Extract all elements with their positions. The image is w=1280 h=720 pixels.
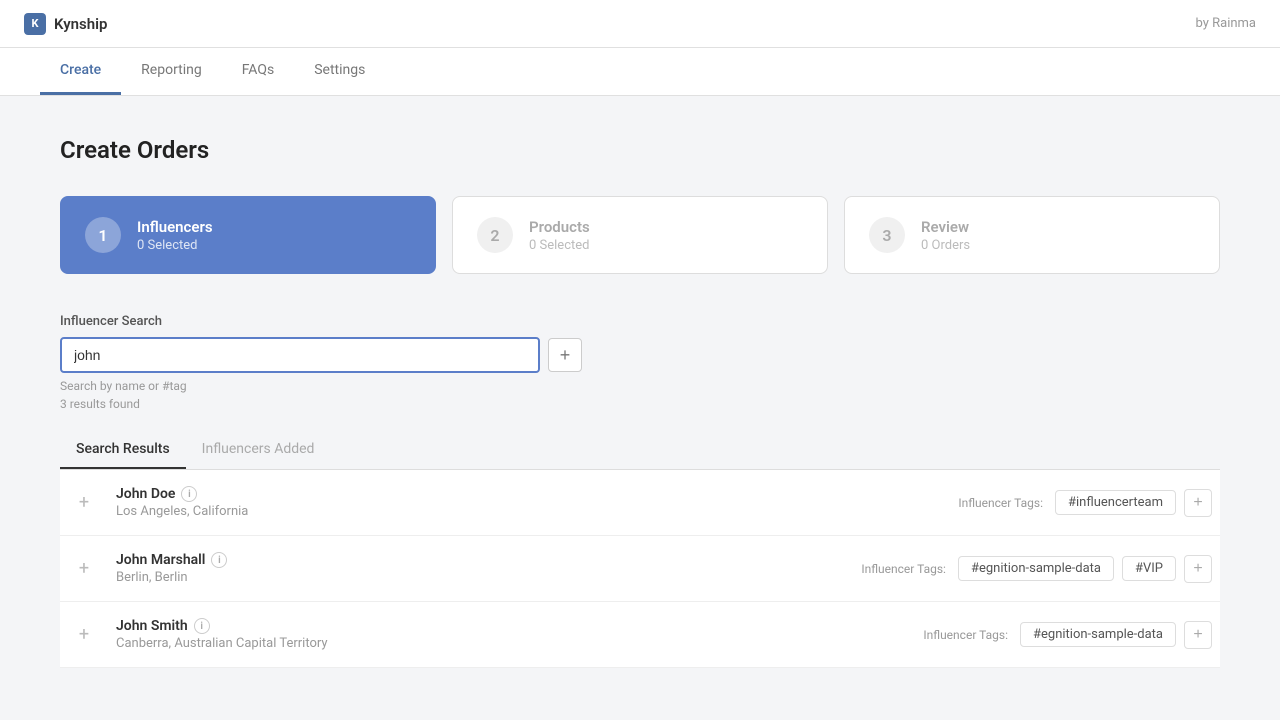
search-results-count: 3 results found [60,397,1220,411]
result-1-info: John Doe i Los Angeles, California [116,486,958,519]
result-3-info: John Smith i Canberra, Australian Capita… [116,618,923,651]
step-1-info: Influencers 0 Selected [137,218,213,253]
search-row: + [60,337,1220,373]
logo-icon: K [24,13,46,35]
tags-label-2: Influencer Tags: [861,562,946,576]
header-byline: by Rainma [1196,16,1257,31]
add-influencer-3-button[interactable]: + [68,619,100,651]
add-tag-3-button[interactable]: + [1184,621,1212,649]
tag-3-0: #egnition-sample-data [1020,622,1176,647]
search-section: Influencer Search + Search by name or #t… [60,314,1220,411]
add-influencer-2-button[interactable]: + [68,553,100,585]
tags-label-1: Influencer Tags: [958,496,1043,510]
info-icon-2[interactable]: i [211,552,227,568]
result-3-tags: Influencer Tags: #egnition-sample-data + [923,621,1212,649]
tag-2-0: #egnition-sample-data [958,556,1114,581]
nav-reporting[interactable]: Reporting [121,48,222,95]
result-3-name: John Smith i [116,618,923,634]
info-icon-3[interactable]: i [194,618,210,634]
search-input[interactable] [60,337,540,373]
tags-label-3: Influencer Tags: [923,628,1008,642]
result-3-location: Canberra, Australian Capital Territory [116,636,923,651]
result-2-location: Berlin, Berlin [116,570,861,585]
results-tabs: Search Results Influencers Added [60,431,1220,470]
step-1-title: Influencers [137,218,213,236]
search-label: Influencer Search [60,314,1220,329]
info-icon-1[interactable]: i [181,486,197,502]
page-title: Create Orders [60,136,1220,164]
result-2-info: John Marshall i Berlin, Berlin [116,552,861,585]
result-1-location: Los Angeles, California [116,504,958,519]
search-add-button[interactable]: + [548,338,582,372]
step-review[interactable]: 3 Review 0 Orders [844,196,1220,274]
logo: K Kynship [24,13,107,35]
step-1-number: 1 [85,217,121,253]
add-tag-1-button[interactable]: + [1184,489,1212,517]
result-1-tags: Influencer Tags: #influencerteam + [958,489,1212,517]
header: K Kynship by Rainma [0,0,1280,48]
result-2-tags: Influencer Tags: #egnition-sample-data #… [861,555,1212,583]
tag-1-0: #influencerteam [1055,490,1176,515]
tab-influencers-added[interactable]: Influencers Added [186,431,331,469]
step-influencers[interactable]: 1 Influencers 0 Selected [60,196,436,274]
tab-search-results[interactable]: Search Results [60,431,186,469]
step-3-subtitle: 0 Orders [921,238,970,253]
nav-create[interactable]: Create [40,48,121,95]
step-3-number: 3 [869,217,905,253]
add-influencer-1-button[interactable]: + [68,487,100,519]
nav-settings[interactable]: Settings [294,48,385,95]
nav-faqs[interactable]: FAQs [222,48,295,95]
result-2-name: John Marshall i [116,552,861,568]
step-2-number: 2 [477,217,513,253]
search-hint: Search by name or #tag [60,379,1220,393]
result-item: + John Smith i Canberra, Australian Capi… [60,602,1220,668]
result-1-name: John Doe i [116,486,958,502]
main-content: Create Orders 1 Influencers 0 Selected 2… [0,96,1280,708]
result-item: + John Doe i Los Angeles, California Inf… [60,470,1220,536]
step-2-info: Products 0 Selected [529,218,590,253]
step-products[interactable]: 2 Products 0 Selected [452,196,828,274]
app-name: Kynship [54,15,107,33]
tag-2-1: #VIP [1122,556,1176,581]
results-list: + John Doe i Los Angeles, California Inf… [60,470,1220,668]
steps-container: 1 Influencers 0 Selected 2 Products 0 Se… [60,196,1220,274]
result-item: + John Marshall i Berlin, Berlin Influen… [60,536,1220,602]
step-3-title: Review [921,218,970,236]
step-2-subtitle: 0 Selected [529,238,590,253]
step-1-subtitle: 0 Selected [137,238,213,253]
step-2-title: Products [529,218,590,236]
add-tag-2-button[interactable]: + [1184,555,1212,583]
step-3-info: Review 0 Orders [921,218,970,253]
main-nav: Create Reporting FAQs Settings [0,48,1280,96]
